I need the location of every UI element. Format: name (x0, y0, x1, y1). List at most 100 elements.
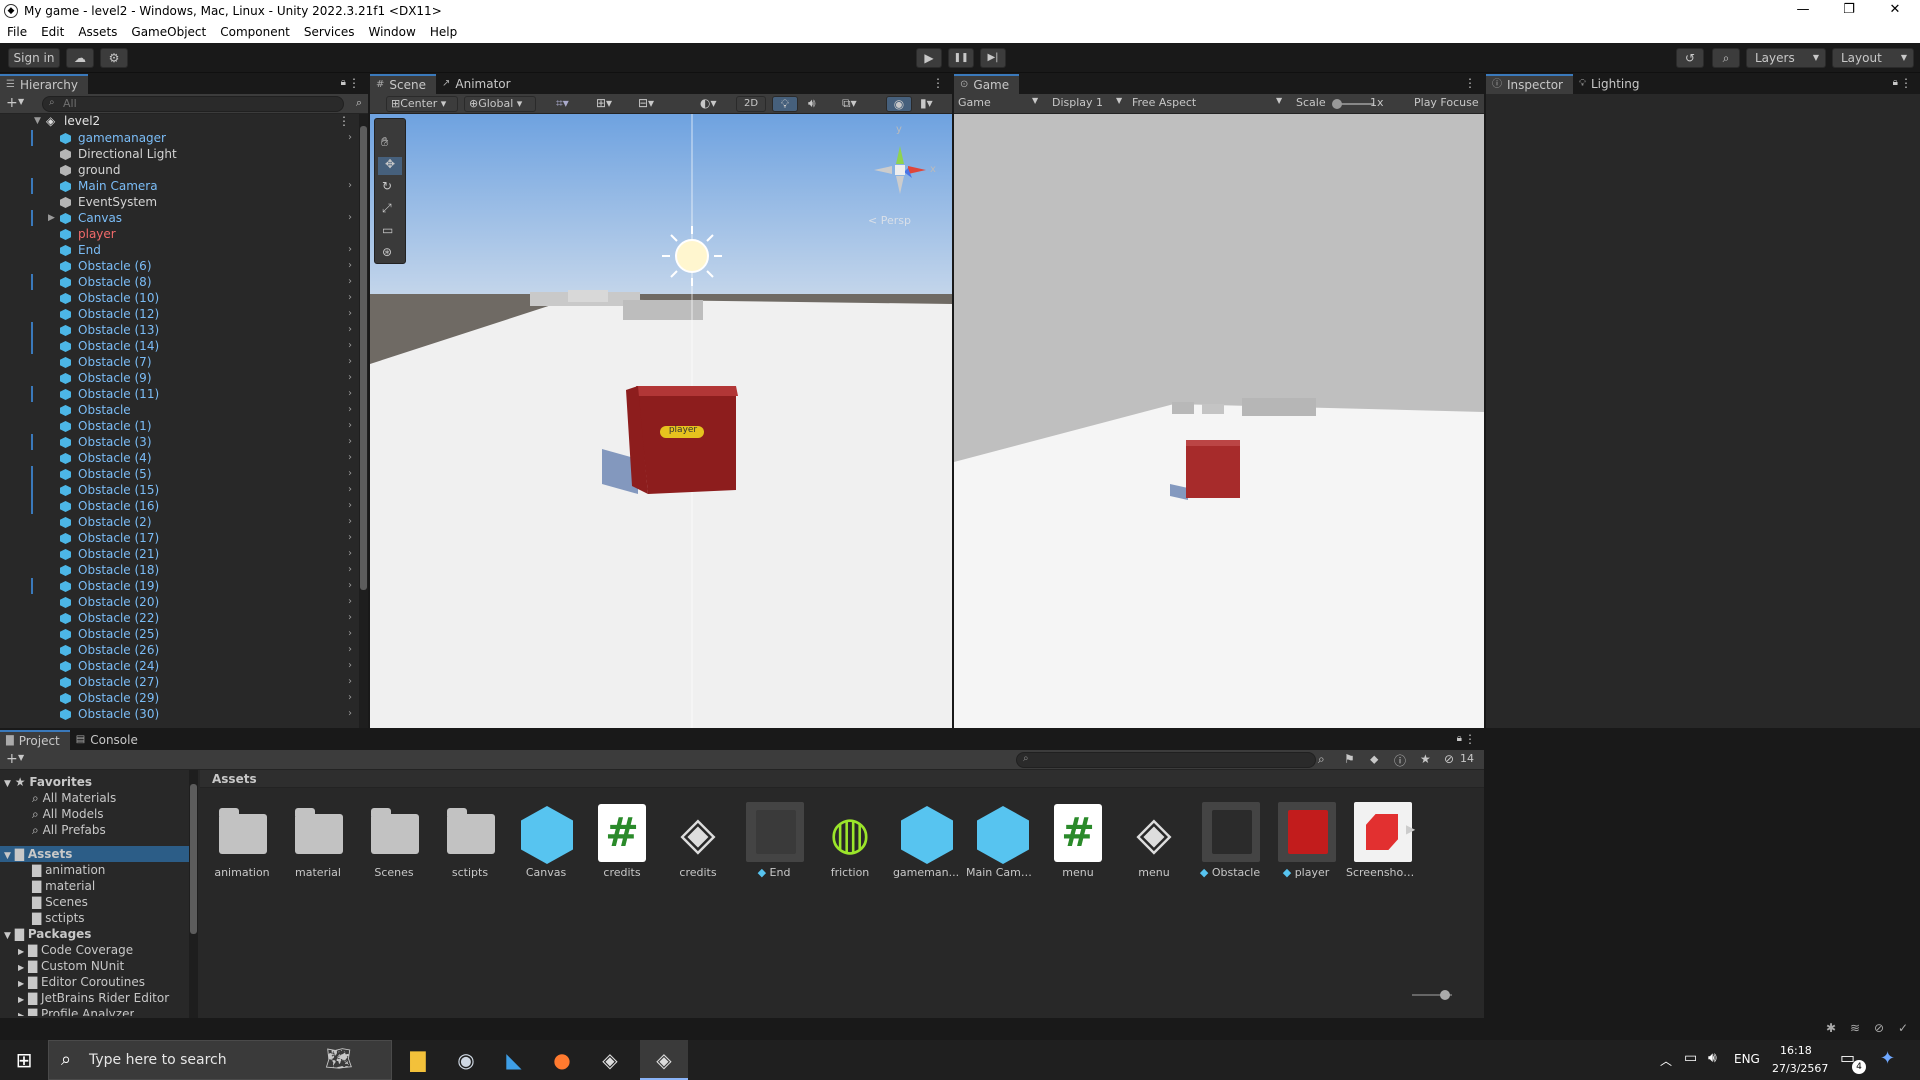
pivot-center-dropdown[interactable]: ⊞Center ▾ (386, 96, 458, 112)
volume-icon[interactable]: 🔊︎ (1708, 1050, 1717, 1066)
rect-tool-icon[interactable]: ▭ (382, 223, 393, 237)
unity-editor-icon[interactable]: ◈ (640, 1040, 688, 1080)
asset-item[interactable]: ◍ friction (814, 800, 886, 890)
projection-label[interactable]: < Persp (868, 214, 911, 227)
hierarchy-item[interactable]: Obstacle (4) › (0, 450, 354, 466)
hierarchy-item[interactable]: End › (0, 242, 354, 258)
scene-search-icon[interactable]: ⌕ (356, 96, 362, 110)
lock-icon[interactable]: 🔒︎ (1457, 733, 1462, 744)
chevron-right-icon[interactable]: › (348, 290, 352, 306)
package-jetbrains-rider[interactable]: ▶ ▇ JetBrains Rider Editor (18, 990, 169, 1006)
hierarchy-item[interactable]: Obstacle (24) › (0, 658, 354, 674)
chevron-right-icon[interactable]: › (348, 274, 352, 290)
assets-node[interactable]: ▼ ▇ Assets (0, 846, 194, 862)
check-icon[interactable]: ✓ (1898, 1021, 1908, 1035)
scene-root-row[interactable]: ▼ ◈ level2 ⋮ (0, 114, 356, 130)
scene-viewport[interactable]: player ✋︎ ✥ ↻ ⤢ ▭ ⊛ y x < Persp (370, 114, 952, 728)
aspect-dropdown[interactable]: Free Aspect (1132, 96, 1196, 109)
chevron-right-icon[interactable]: › (348, 690, 352, 706)
audio-toggle-icon[interactable]: 🔊︎ (808, 96, 816, 111)
favorite-all-prefabs[interactable]: ⌕ All Prefabs (32, 822, 106, 838)
hidden-packages-icon[interactable]: ⊘ (1444, 752, 1454, 766)
chevron-down-icon[interactable]: ▼ (18, 97, 24, 106)
hierarchy-item[interactable]: Obstacle (5) › (0, 466, 354, 482)
increment-snap-icon[interactable]: ⊟▾ (638, 96, 654, 110)
hierarchy-item[interactable]: Obstacle (19) › (0, 578, 354, 594)
more-options-icon[interactable]: ⋮ (348, 76, 360, 90)
hierarchy-scrollbar[interactable] (359, 114, 368, 728)
chevron-right-icon[interactable]: › (348, 530, 352, 546)
asset-item[interactable]: Scenes (358, 800, 430, 890)
hierarchy-item[interactable]: Obstacle (27) › (0, 674, 354, 690)
hierarchy-item[interactable]: Obstacle (11) › (0, 386, 354, 402)
hierarchy-item[interactable]: Obstacle (15) › (0, 482, 354, 498)
add-icon[interactable]: + (6, 751, 18, 767)
chevron-down-icon[interactable]: ▼ (1032, 96, 1038, 105)
hierarchy-scroll-thumb[interactable] (360, 126, 367, 590)
packages-node[interactable]: ▼ ▇ Packages (4, 926, 91, 942)
firefox-icon[interactable]: ● (538, 1040, 586, 1080)
cache-icon[interactable]: ≋ (1850, 1021, 1860, 1035)
chevron-down-icon[interactable]: ▼ (1276, 96, 1282, 105)
asset-item[interactable]: ◆ player (1270, 800, 1342, 890)
2d-toggle[interactable]: 2D (736, 96, 766, 112)
sign-in-button[interactable]: Sign in (8, 48, 60, 68)
lock-icon[interactable]: 🔒︎ (1893, 77, 1898, 88)
hierarchy-item[interactable]: Obstacle (10) › (0, 290, 354, 306)
hierarchy-item[interactable]: Obstacle (30) › (0, 706, 354, 722)
expand-arrow-icon[interactable]: ▶ (48, 210, 55, 226)
hierarchy-item[interactable]: Obstacle (2) › (0, 514, 354, 530)
hierarchy-item[interactable]: EventSystem (0, 194, 354, 210)
log-icon[interactable]: ⓘ (1394, 752, 1406, 769)
hierarchy-item[interactable]: Obstacle (9) › (0, 370, 354, 386)
move-tool-icon[interactable]: ✥ (378, 157, 402, 175)
copilot-icon[interactable]: ✦ (1880, 1048, 1895, 1069)
hierarchy-item[interactable]: Obstacle (14) › (0, 338, 354, 354)
asset-item[interactable]: # credits (586, 800, 658, 890)
step-button[interactable]: ▶| (980, 48, 1006, 68)
menu-help[interactable]: Help (423, 22, 464, 43)
asset-item[interactable]: ◆ End (738, 800, 810, 890)
chevron-right-icon[interactable]: › (348, 546, 352, 562)
chevron-right-icon[interactable]: › (348, 338, 352, 354)
network-status-icon[interactable]: ▭ (1684, 1050, 1697, 1066)
clock-date[interactable]: 27/3/2567 (1772, 1062, 1828, 1075)
grid-snapping-icon[interactable]: ⌗▾ (556, 96, 569, 111)
play-focused-dropdown[interactable]: Play Focuse (1414, 96, 1479, 109)
icon-size-slider-handle[interactable] (1440, 990, 1450, 1000)
hierarchy-item[interactable]: ▶ Canvas › (0, 210, 354, 226)
play-button[interactable]: ▶ (916, 48, 942, 68)
player-cube-scene[interactable] (626, 386, 738, 494)
unity-hub-icon[interactable]: ◈ (586, 1040, 634, 1080)
windows-start-icon[interactable]: ⊞ (0, 1040, 48, 1080)
pause-button[interactable]: ❚❚ (948, 48, 974, 68)
asset-item[interactable]: Main Came... (966, 800, 1038, 890)
folder-sctipts[interactable]: ▇ sctipts (32, 910, 85, 926)
project-search-input[interactable]: ⌕ (1016, 752, 1316, 768)
chevron-right-icon[interactable]: › (348, 514, 352, 530)
taskbar-search-box[interactable]: ⌕ Type here to search 🗺︎ (48, 1040, 392, 1080)
asset-item[interactable]: # menu (1042, 800, 1114, 890)
scale-slider[interactable] (1332, 99, 1374, 109)
hierarchy-search-input[interactable]: ⌕ All (42, 96, 344, 112)
effects-toggle-icon[interactable]: ⧉▾ (842, 96, 857, 111)
package-editor-coroutines[interactable]: ▶ ▇ Editor Coroutines (18, 974, 145, 990)
language-indicator[interactable]: ENG (1734, 1052, 1760, 1066)
game-mode-dropdown[interactable]: Game (958, 96, 991, 109)
show-hidden-icons[interactable]: ︿ (1660, 1052, 1672, 1069)
icon-size-slider[interactable] (1412, 990, 1452, 1000)
game-viewport[interactable] (954, 114, 1484, 728)
pivot-global-dropdown[interactable]: ⊕Global ▾ (464, 96, 536, 112)
asset-item[interactable]: Canvas (510, 800, 582, 890)
favorite-all-models[interactable]: ⌕ All Models (32, 806, 104, 822)
scene-menu-icon[interactable]: ⋮ (338, 114, 350, 128)
asset-item[interactable]: ◈ menu (1118, 800, 1190, 890)
chevron-right-icon[interactable]: › (348, 610, 352, 626)
chevron-right-icon[interactable]: › (348, 450, 352, 466)
tab-project[interactable]: ▇ Project (0, 730, 70, 750)
hierarchy-item[interactable]: Obstacle (12) › (0, 306, 354, 322)
hierarchy-item[interactable]: Obstacle (18) › (0, 562, 354, 578)
chevron-right-icon[interactable]: › (348, 322, 352, 338)
hierarchy-item[interactable]: Obstacle › (0, 402, 354, 418)
network-icon[interactable]: ⊘ (1874, 1021, 1884, 1035)
